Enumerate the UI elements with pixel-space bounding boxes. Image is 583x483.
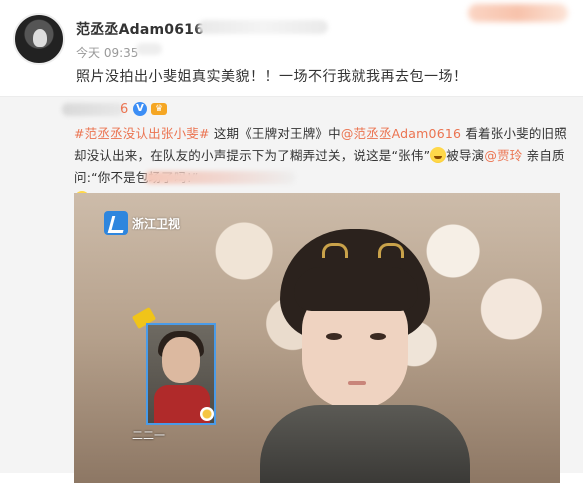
repost-text-part: 被导演 bbox=[446, 148, 485, 163]
crown-icon: ♛ bbox=[151, 103, 167, 115]
post-username[interactable]: 范丞丞Adam0616 bbox=[76, 19, 204, 39]
topic-link[interactable]: #范丞丞没认出张小斐# bbox=[74, 126, 210, 141]
flower-icon bbox=[200, 407, 214, 421]
repost-author-suffix[interactable]: 6 bbox=[120, 102, 128, 117]
weibo-post: 范丞丞Adam0616 今天 09:35 照片没拍出小斐姐真实美貌！！一场不行我… bbox=[0, 0, 583, 96]
mention-link[interactable]: @范丞丞Adam0616 bbox=[341, 126, 461, 141]
mention-link[interactable]: @贾玲 bbox=[484, 148, 522, 163]
channel-logo-icon bbox=[104, 211, 128, 235]
post-time[interactable]: 今天 09:35 bbox=[76, 44, 138, 61]
blurred-source bbox=[136, 43, 162, 55]
blurred-region-top bbox=[468, 4, 568, 22]
avatar[interactable] bbox=[13, 13, 65, 65]
video-thumbnail[interactable]: 浙江卫视 二二一 bbox=[74, 193, 560, 483]
verified-icon: V bbox=[133, 102, 147, 116]
person-image bbox=[260, 229, 470, 483]
channel-logo-text: 浙江卫视 bbox=[132, 217, 181, 231]
repost-card[interactable]: 6 V ♛ #范丞丞没认出张小斐# 这期《王牌对王牌》中@范丞丞Adam0616… bbox=[0, 96, 583, 483]
post-text: 照片没拍出小斐姐真实美貌！！一场不行我就我再去包一场！ bbox=[76, 69, 468, 85]
repost-text-part: 这期《王牌对王牌》中 bbox=[209, 126, 341, 141]
blurred-region bbox=[198, 20, 328, 34]
blurred-link bbox=[145, 171, 295, 184]
laughing-emoji-icon bbox=[430, 147, 447, 163]
inset-caption: 二二一 bbox=[132, 429, 165, 442]
blurred-repost-author bbox=[62, 103, 124, 116]
